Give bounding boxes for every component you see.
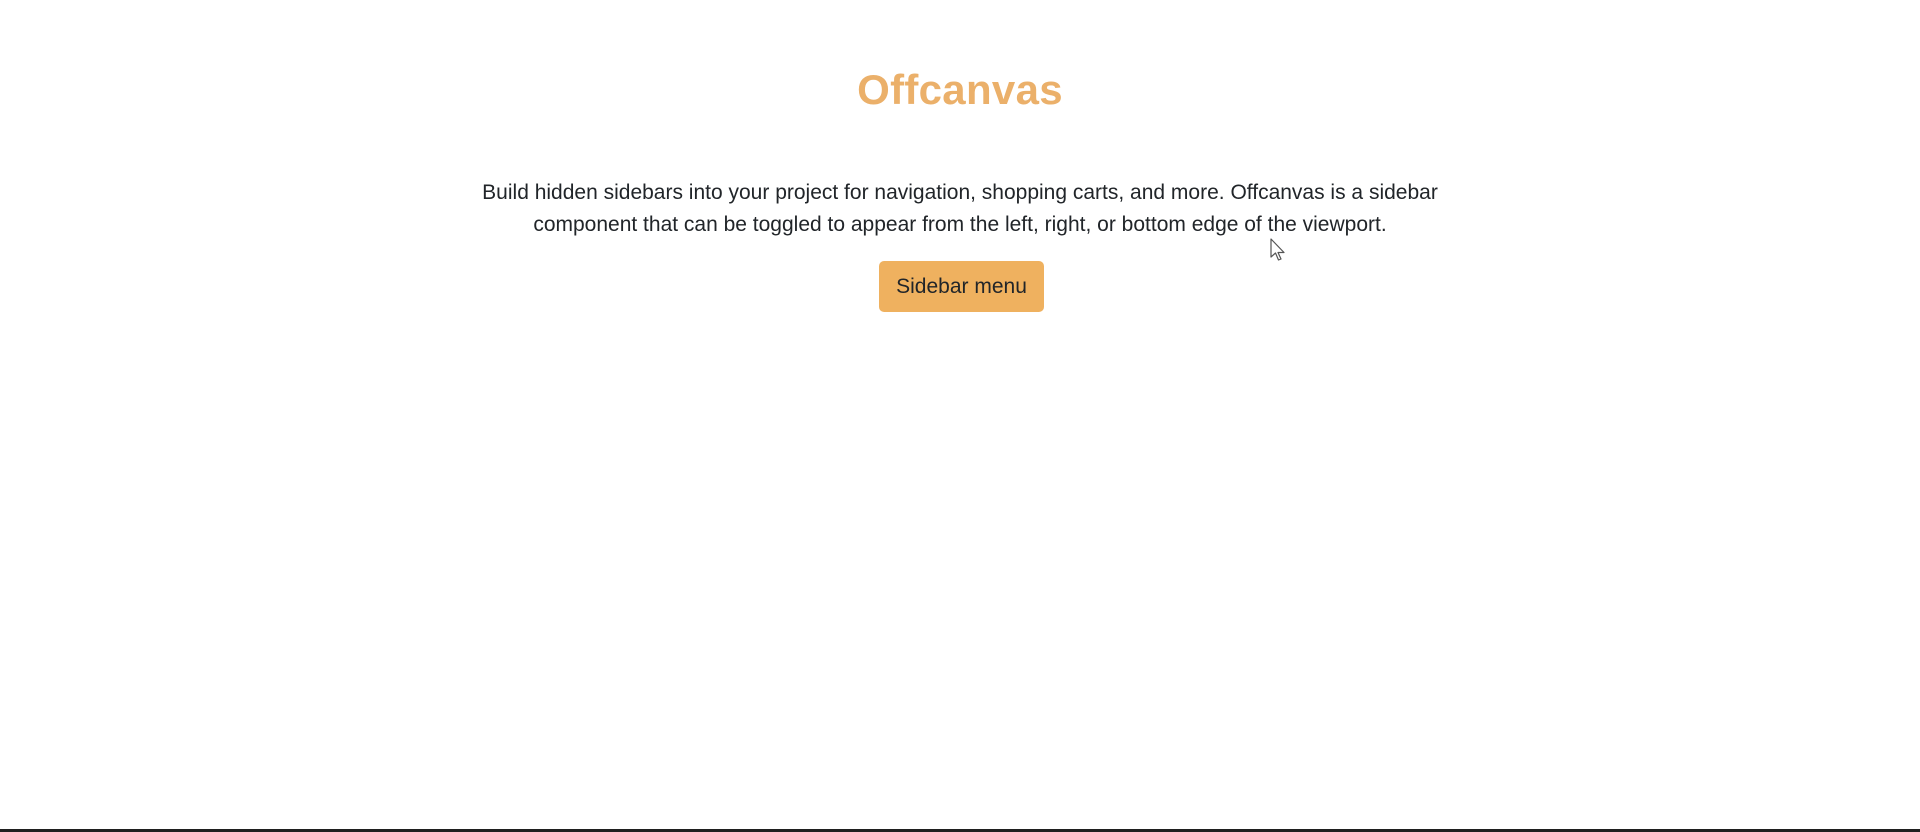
mouse-pointer-icon (1270, 238, 1285, 261)
page: Offcanvas Build hidden sidebars into you… (0, 0, 1920, 832)
page-title: Offcanvas (857, 66, 1063, 113)
sidebar-menu-button[interactable]: Sidebar menu (879, 261, 1044, 312)
hero-description: Build hidden sidebars into your project … (482, 181, 1438, 236)
